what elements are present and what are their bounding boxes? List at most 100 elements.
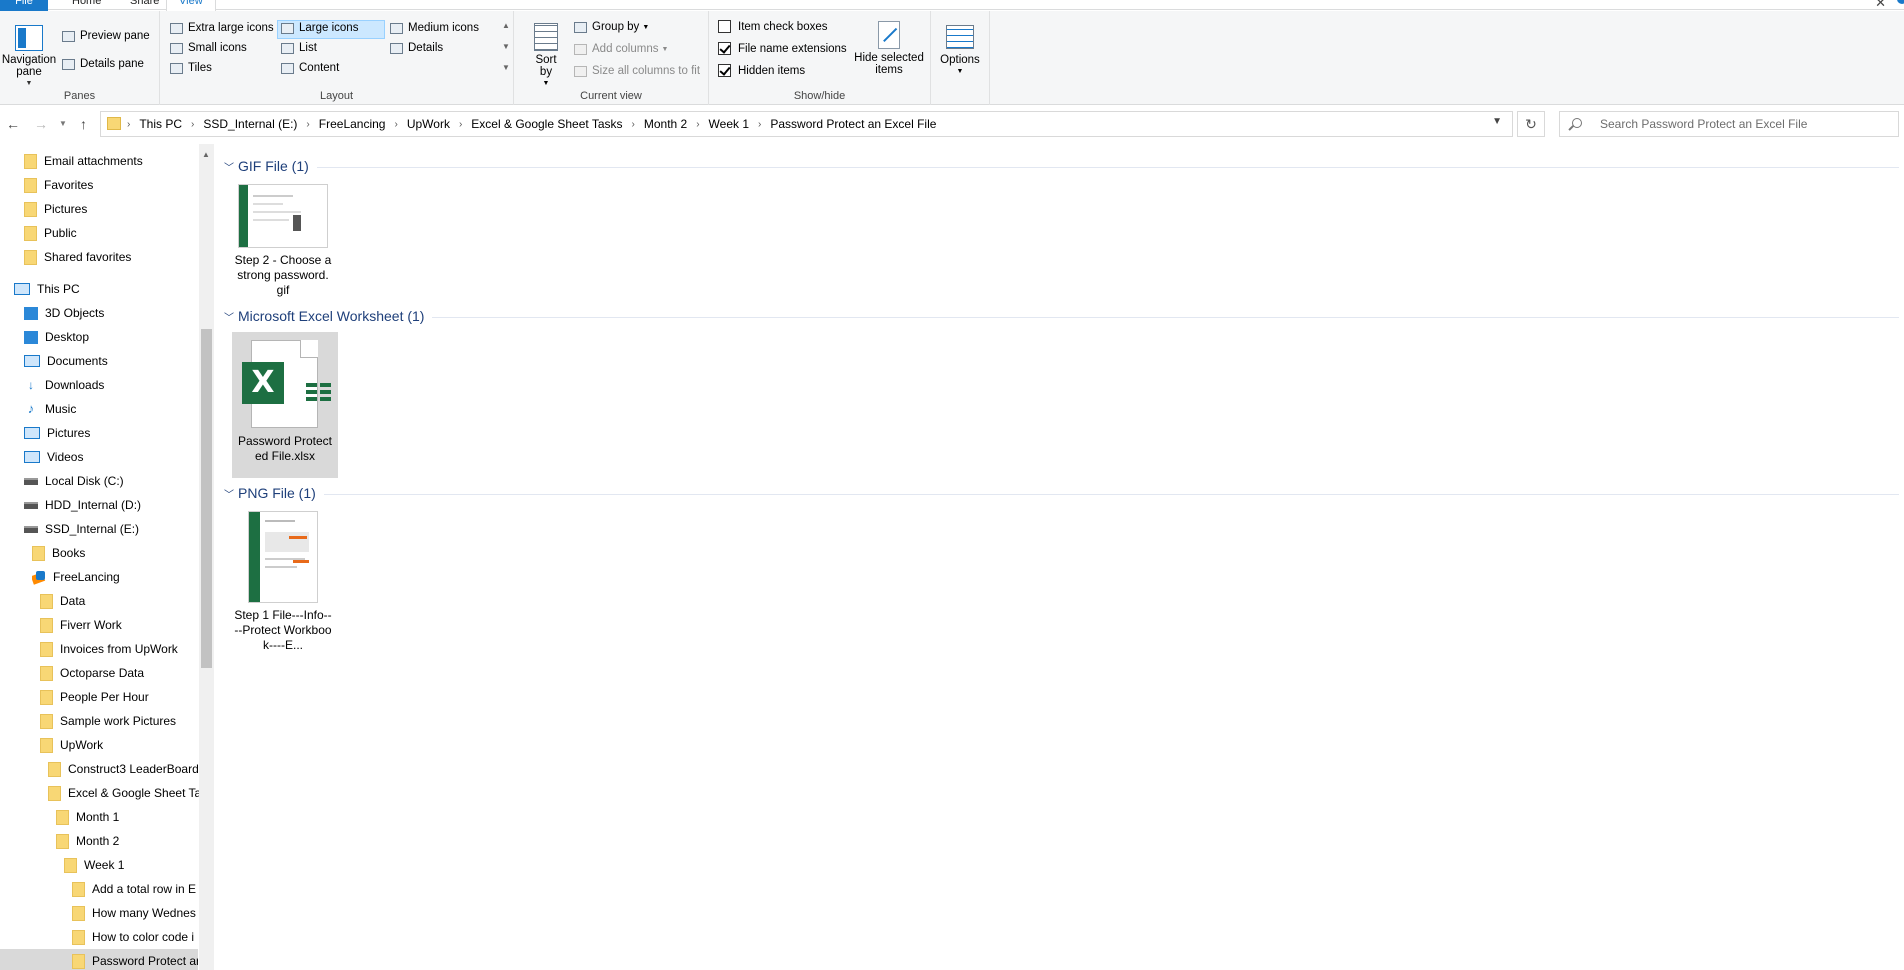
nav-tree-item[interactable]: Videos <box>24 445 214 469</box>
nav-tree-item[interactable]: Fiverr Work <box>40 613 214 637</box>
nav-tree-item[interactable]: How to color code i <box>72 925 214 949</box>
close-icon[interactable]: ✕ <box>1875 0 1886 11</box>
nav-tree-item[interactable]: Month 1 <box>56 805 214 829</box>
scrollbar-thumb[interactable] <box>201 329 212 668</box>
chevron-down-icon[interactable]: ﹀ <box>224 309 238 324</box>
group-header-png[interactable]: ﹀ PNG File (1) <box>224 483 1899 503</box>
nav-tree-item[interactable]: Add a total row in E <box>72 877 214 901</box>
nav-tree-item[interactable]: This PC <box>14 277 212 301</box>
search-box[interactable]: Search Password Protect an Excel File <box>1559 111 1899 137</box>
breadcrumb-item[interactable]: Password Protect an Excel File <box>770 117 945 131</box>
hidden-items-checkbox[interactable] <box>718 64 731 77</box>
up-arrow-icon[interactable]: ↑ <box>80 116 87 132</box>
group-by-button[interactable]: Group by ▼ <box>574 21 649 33</box>
file-name-extensions-checkbox[interactable] <box>718 42 731 55</box>
nav-tree-item[interactable]: Pictures <box>24 197 214 221</box>
nav-tree-item[interactable]: Favorites <box>24 173 214 197</box>
nav-tree-item[interactable]: Public <box>24 221 214 245</box>
address-history-dropdown-icon[interactable]: ▼ <box>1492 116 1502 127</box>
layout-tiles[interactable]: Tiles <box>170 62 212 74</box>
breadcrumb-item[interactable]: This PC <box>139 117 191 131</box>
chevron-up-icon[interactable]: ▲ <box>500 21 512 30</box>
nav-tree-item[interactable]: Password Protect ar <box>0 949 198 970</box>
group-header-gif[interactable]: ﹀ GIF File (1) <box>224 156 1899 176</box>
nav-tree-item[interactable]: Sample work Pictures <box>40 709 214 733</box>
breadcrumb-item[interactable]: Month 2 <box>644 117 696 131</box>
layout-gallery-scroll[interactable]: ▲ ▼ ▼ <box>500 21 512 91</box>
nav-tree-item[interactable]: Data <box>40 589 214 613</box>
add-columns-button[interactable]: Add columns ▼ <box>574 43 668 55</box>
refresh-icon[interactable]: ↻ <box>1517 111 1545 137</box>
breadcrumb-separator-icon[interactable]: › <box>758 119 770 130</box>
file-gif[interactable]: Step 2 - Choose a strong password.gif <box>230 184 336 298</box>
nav-tree-item[interactable]: Shared favorites <box>24 245 214 269</box>
tab-home[interactable]: Home <box>60 0 113 11</box>
nav-tree-item[interactable]: ♪ Music <box>24 397 214 421</box>
breadcrumb-item[interactable]: Excel & Google Sheet Tasks <box>471 117 631 131</box>
recent-locations-icon[interactable]: ▼ <box>59 119 67 128</box>
layout-large-icons[interactable]: Large icons <box>281 22 358 34</box>
chevron-down-icon[interactable]: ﹀ <box>224 486 238 501</box>
nav-tree-item[interactable]: Desktop <box>24 325 214 349</box>
layout-extra-large-icons[interactable]: Extra large icons <box>170 22 274 34</box>
navigation-pane-scrollbar[interactable]: ▲ <box>199 144 214 970</box>
forward-arrow-icon[interactable]: → <box>34 116 48 132</box>
tab-view[interactable]: View <box>166 0 216 11</box>
breadcrumb-separator-icon[interactable]: › <box>127 119 139 130</box>
help-icon[interactable] <box>1897 0 1904 4</box>
nav-tree-item[interactable]: Week 1 <box>64 853 214 877</box>
nav-tree-item[interactable]: UpWork <box>40 733 214 757</box>
nav-tree-item[interactable]: Month 2 <box>56 829 214 853</box>
nav-tree-item[interactable]: FreeLancing <box>32 565 214 589</box>
nav-tree-item[interactable]: Invoices from UpWork <box>40 637 214 661</box>
nav-tree-item[interactable]: Email attachments <box>24 149 214 173</box>
breadcrumb-separator-icon[interactable]: › <box>459 119 471 130</box>
layout-small-icons[interactable]: Small icons <box>170 42 247 54</box>
nav-tree-item[interactable]: Octoparse Data <box>40 661 214 685</box>
breadcrumb-item[interactable]: FreeLancing <box>319 117 395 131</box>
nav-tree-item[interactable]: SSD_Internal (E:) <box>24 517 214 541</box>
breadcrumb-item[interactable]: Week 1 <box>709 117 758 131</box>
nav-tree-item[interactable]: Excel & Google Sheet Ta <box>48 781 214 805</box>
breadcrumb-separator-icon[interactable]: › <box>632 119 644 130</box>
breadcrumb-separator-icon[interactable]: › <box>306 119 318 130</box>
hidden-items-toggle[interactable]: Hidden items <box>718 64 805 77</box>
navigation-pane-button[interactable]: Navigation pane ▼ <box>0 25 58 90</box>
nav-tree-item[interactable]: Documents <box>24 349 214 373</box>
file-xlsx[interactable]: X Password Protected File.xlsx <box>232 332 338 478</box>
size-columns-button[interactable]: Size all columns to fit <box>574 65 700 77</box>
group-header-excel[interactable]: ﹀ Microsoft Excel Worksheet (1) <box>224 306 1899 326</box>
layout-list[interactable]: List <box>281 42 317 54</box>
nav-tree-item[interactable]: HDD_Internal (D:) <box>24 493 214 517</box>
nav-tree-item[interactable]: How many Wednes <box>72 901 214 925</box>
chevron-up-icon[interactable]: ▲ <box>202 150 210 159</box>
breadcrumb-separator-icon[interactable]: › <box>696 119 708 130</box>
file-png[interactable]: Step 1 File---Info----Protect Workbook--… <box>230 511 336 653</box>
nav-tree-item[interactable]: Construct3 LeaderBoard <box>48 757 214 781</box>
item-check-boxes-checkbox[interactable] <box>718 20 731 33</box>
breadcrumb-item[interactable]: UpWork <box>407 117 459 131</box>
nav-tree-item[interactable]: Books <box>32 541 214 565</box>
tab-file[interactable]: File <box>0 0 48 11</box>
search-input[interactable]: Search Password Protect an Excel File <box>1600 117 1807 131</box>
options-button[interactable]: Options ▼ <box>935 25 985 78</box>
nav-tree-item[interactable]: 3D Objects <box>24 301 214 325</box>
layout-medium-icons[interactable]: Medium icons <box>390 22 479 34</box>
item-check-boxes-toggle[interactable]: Item check boxes <box>718 20 827 33</box>
layout-details[interactable]: Details <box>390 42 443 54</box>
sort-by-button[interactable]: Sort by ▼ <box>532 23 560 90</box>
nav-tree-item[interactable]: People Per Hour <box>40 685 214 709</box>
preview-pane-button[interactable]: Preview pane <box>62 30 150 42</box>
breadcrumb-separator-icon[interactable]: › <box>191 119 203 130</box>
breadcrumb-item[interactable]: SSD_Internal (E:) <box>203 117 306 131</box>
gallery-expand-icon[interactable]: ▼ <box>500 63 512 72</box>
file-name-extensions-toggle[interactable]: File name extensions <box>718 42 847 55</box>
nav-tree-item[interactable]: Pictures <box>24 421 214 445</box>
chevron-down-icon[interactable]: ﹀ <box>224 159 238 174</box>
address-bar[interactable]: › This PC › SSD_Internal (E:) › FreeLancing › U… <box>100 111 1513 137</box>
hide-selected-items-button[interactable]: Hide selected items <box>851 21 927 76</box>
details-pane-button[interactable]: Details pane <box>62 58 144 70</box>
layout-content[interactable]: Content <box>281 62 339 74</box>
breadcrumb-separator-icon[interactable]: › <box>394 119 406 130</box>
tab-share[interactable]: Share <box>118 0 171 11</box>
